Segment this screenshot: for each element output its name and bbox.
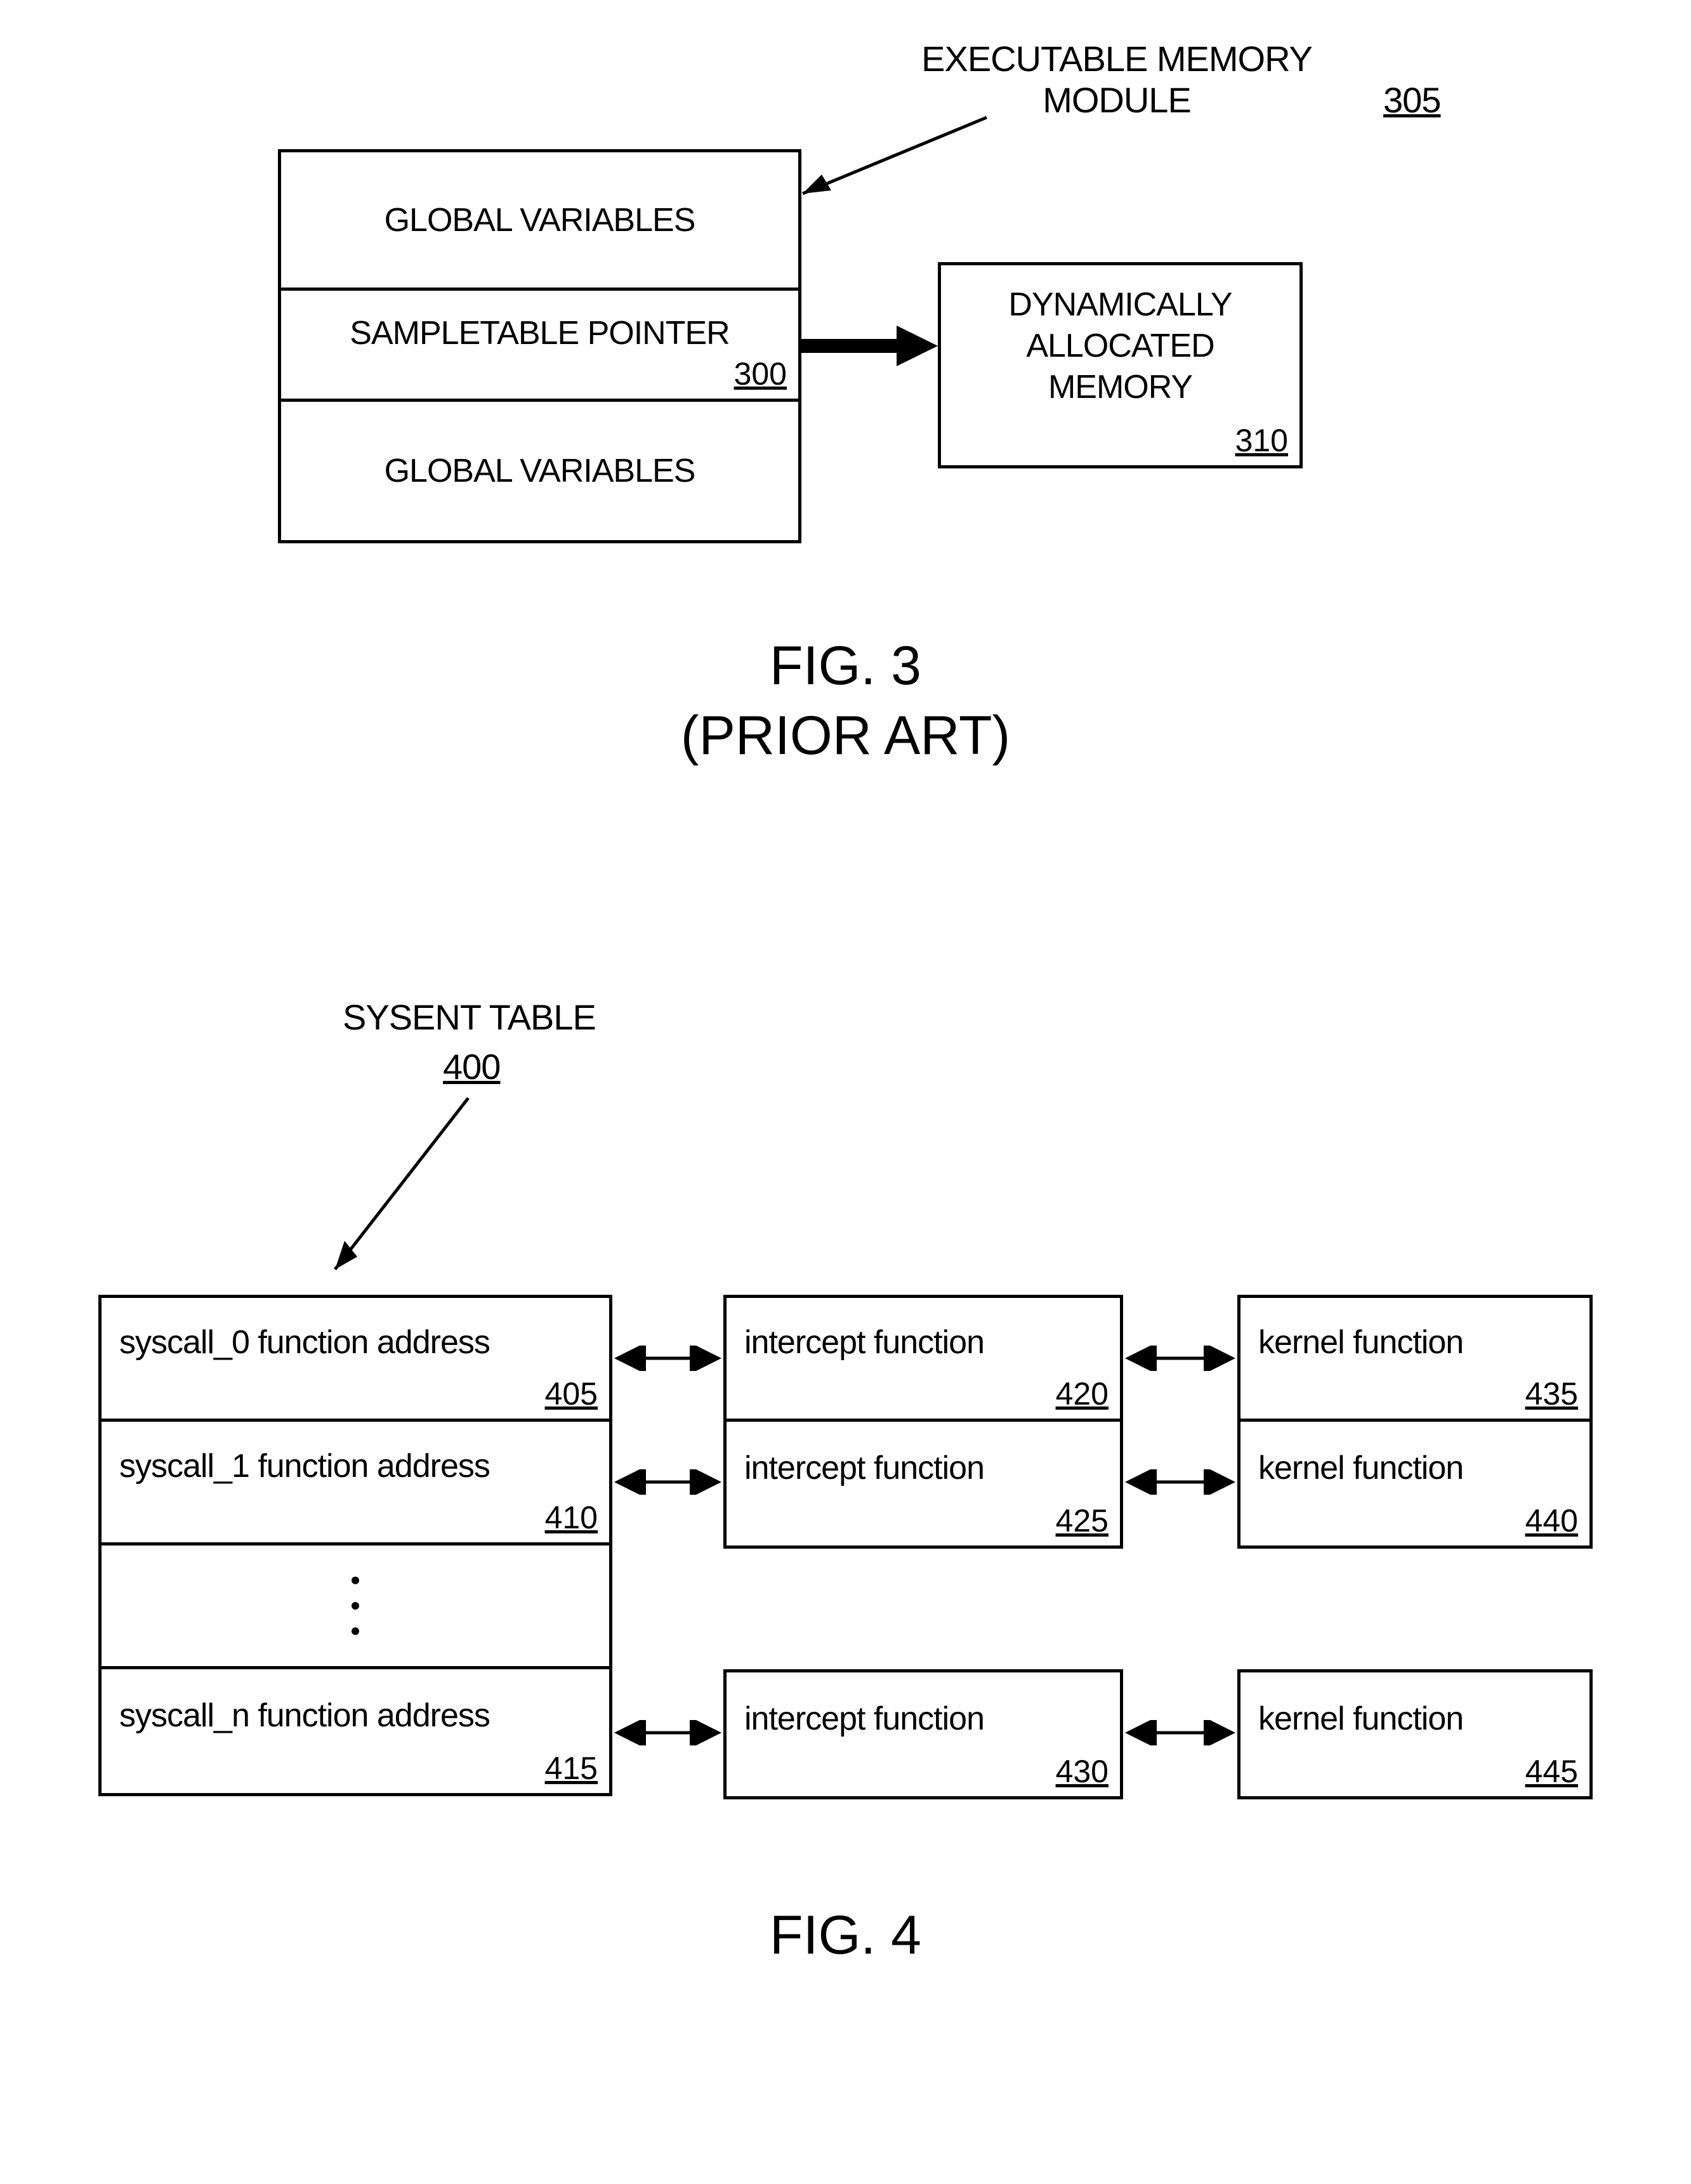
fig3-row3-text: GLOBAL VARIABLES (385, 452, 695, 490)
fig4-intercept-row-0: intercept function 420 (727, 1298, 1120, 1422)
fig4-sysent-row-n: syscall_n function address 415 (102, 1669, 609, 1793)
fig4-arrow-s1-i1 (612, 1469, 723, 1495)
fig3-row-sampletable: SAMPLETABLE POINTER 300 (281, 291, 798, 402)
fig4-title-label: SYSENT TABLE (343, 996, 596, 1038)
fig3-row-global2: GLOBAL VARIABLES (281, 402, 798, 540)
fig4-kernel-r2-text: kernel function (1258, 1449, 1463, 1487)
fig3-row-global1: GLOBAL VARIABLES (281, 152, 798, 291)
fig4-intercept-row-1: intercept function 425 (727, 1422, 1120, 1545)
fig4-kernel-row-n: kernel function 445 (1240, 1672, 1589, 1796)
fig4-kernel-r2-ref: 440 (1525, 1502, 1578, 1539)
fig4-kernel-top-box: kernel function 435 kernel function 440 (1237, 1295, 1593, 1549)
fig3-row2-text: SAMPLETABLE POINTER (350, 314, 729, 352)
fig4-intercept-rn-ref: 430 (1056, 1753, 1109, 1790)
ellipsis-dot (352, 1602, 359, 1610)
fig4-arrow-i0-k0 (1123, 1346, 1237, 1371)
fig4-kernel-row-1: kernel function 440 (1240, 1422, 1589, 1545)
fig4-caption: FIG. 4 (0, 1904, 1691, 1967)
fig4-intercept-n-box: intercept function 430 (723, 1669, 1123, 1799)
fig4-sysent-r1-ref: 405 (545, 1375, 598, 1412)
fig3-caption-1: FIG. 3 (0, 635, 1691, 698)
fig4-leader-arrow (310, 1092, 487, 1288)
fig4-sysent-r2-text: syscall_1 function address (119, 1447, 490, 1485)
fig4-arrow-s0-i0 (612, 1346, 723, 1371)
fig3-thick-arrow (801, 321, 941, 371)
fig4-kernel-r1-text: kernel function (1258, 1323, 1463, 1361)
ellipsis-dot (352, 1627, 359, 1635)
fig4-kernel-rn-ref: 445 (1525, 1753, 1578, 1790)
fig3-leader-arrow (784, 111, 993, 206)
fig4-arrow-i1-k1 (1123, 1469, 1237, 1495)
fig3-dyn-text: DYNAMICALLY ALLOCATED MEMORY (1008, 284, 1232, 408)
fig4-arrow-sn-in (612, 1720, 723, 1745)
fig4-intercept-row-n: intercept function 430 (727, 1672, 1120, 1796)
fig3-dyn-box: DYNAMICALLY ALLOCATED MEMORY 310 (938, 262, 1303, 468)
fig4-kernel-rn-text: kernel function (1258, 1700, 1463, 1738)
fig4-kernel-r1-ref: 435 (1525, 1375, 1578, 1412)
fig4-kernel-n-box: kernel function 445 (1237, 1669, 1593, 1799)
fig4-intercept-top-box: intercept function 420 intercept functio… (723, 1295, 1123, 1549)
fig3-row2-ref: 300 (734, 355, 787, 392)
fig4-intercept-r2-text: intercept function (744, 1449, 984, 1487)
fig4-intercept-r2-ref: 425 (1056, 1502, 1109, 1539)
fig4-intercept-r1-ref: 420 (1056, 1375, 1109, 1412)
fig4-intercept-r1-text: intercept function (744, 1323, 984, 1361)
fig3-row1-text: GLOBAL VARIABLES (385, 201, 695, 239)
fig4-sysent-row-1: syscall_1 function address 410 (102, 1422, 609, 1545)
fig3-module-box: GLOBAL VARIABLES SAMPLETABLE POINTER 300… (278, 149, 801, 543)
fig4-sysent-rn-ref: 415 (545, 1750, 598, 1787)
fig3-title-label: EXECUTABLE MEMORY MODULE (857, 38, 1377, 121)
fig4-intercept-rn-text: intercept function (744, 1700, 984, 1738)
fig4-sysent-rn-text: syscall_n function address (119, 1697, 490, 1735)
fig4-sysent-r2-ref: 410 (545, 1499, 598, 1536)
fig4-arrow-in-kn (1123, 1720, 1237, 1745)
fig4-title-ref: 400 (443, 1046, 500, 1087)
ellipsis-dot (352, 1577, 359, 1584)
fig4-sysent-row-0: syscall_0 function address 405 (102, 1298, 609, 1422)
fig3-dyn-ref: 310 (1235, 422, 1288, 459)
fig3-caption-2: (PRIOR ART) (0, 705, 1691, 767)
fig4-sysent-ellipsis (102, 1545, 609, 1669)
fig4-kernel-row-0: kernel function 435 (1240, 1298, 1589, 1422)
fig3-title-ref: 305 (1383, 79, 1440, 121)
fig4-sysent-box: syscall_0 function address 405 syscall_1… (98, 1295, 612, 1796)
fig4-sysent-r1-text: syscall_0 function address (119, 1323, 490, 1361)
